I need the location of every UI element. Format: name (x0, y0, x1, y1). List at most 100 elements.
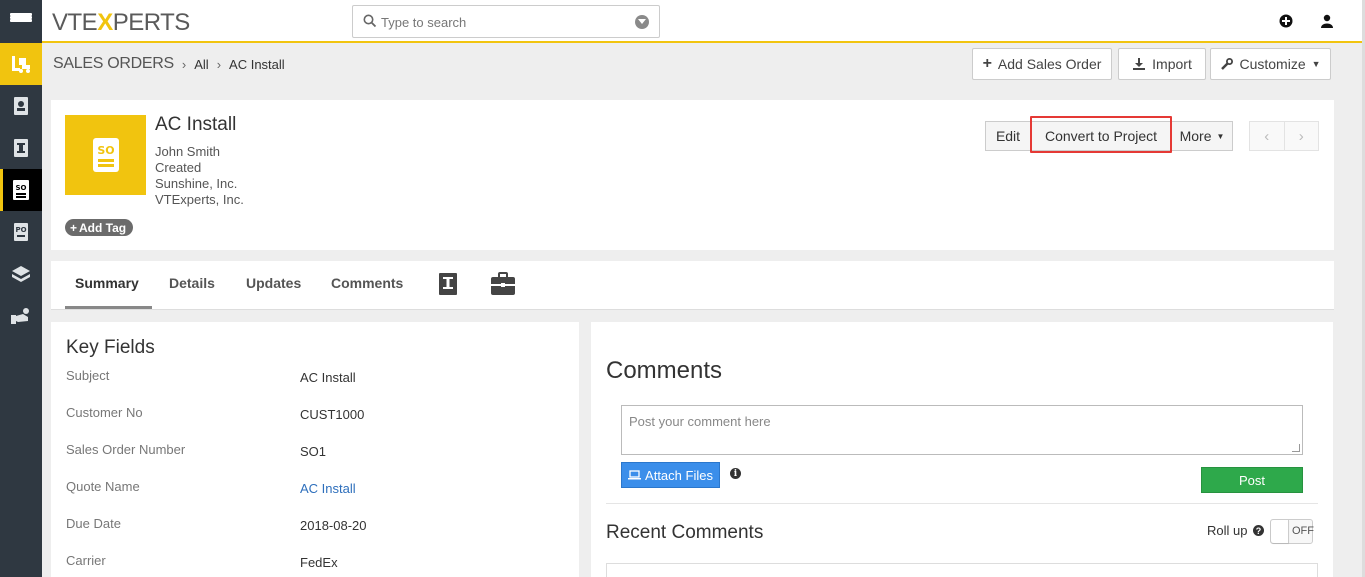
field-row-carrier: Carrier FedEx (66, 553, 566, 573)
comment-input[interactable] (622, 406, 1302, 454)
breadcrumb-filter[interactable]: All (194, 57, 208, 72)
toggle-state: OFF (1292, 525, 1314, 537)
comment-box (621, 405, 1303, 455)
key-fields-title: Key Fields (66, 337, 155, 358)
document-icon (14, 139, 28, 157)
field-row-customer-no: Customer No CUST1000 (66, 405, 566, 425)
toggle-knob (1271, 520, 1289, 543)
edit-button[interactable]: Edit (985, 121, 1031, 151)
info-icon[interactable]: i (730, 468, 741, 479)
divider (606, 503, 1318, 504)
field-value[interactable]: CUST1000 (300, 407, 364, 422)
record-organization: VTExperts, Inc. (155, 192, 244, 207)
record-header: SO AC Install John Smith Created Sunshin… (51, 100, 1334, 250)
customize-button[interactable]: Customize ▼ (1210, 48, 1331, 80)
record-navigation: ‹ › (1249, 121, 1319, 151)
global-search[interactable] (352, 5, 660, 38)
resize-grip-icon[interactable] (1292, 444, 1300, 452)
record-summary: John Smith Created Sunshine, Inc. VTExpe… (155, 144, 244, 208)
search-icon (363, 14, 377, 31)
rail-item-contacts[interactable] (0, 85, 42, 127)
record-tabs: Summary Details Updates Comments (51, 261, 1334, 310)
attach-files-button[interactable]: Attach Files (621, 462, 720, 488)
key-fields-panel: Key Fields Subject AC Install Customer N… (51, 322, 579, 577)
quick-create-icon[interactable] (1279, 14, 1293, 31)
add-tag-button[interactable]: + Add Tag (65, 219, 134, 236)
add-sales-order-button[interactable]: + Add Sales Order (972, 48, 1112, 80)
field-label: Sales Order Number (66, 442, 186, 457)
field-label: Due Date (66, 516, 121, 531)
record-owner: John Smith (155, 144, 221, 159)
hamburger-icon (10, 13, 32, 30)
rail-item-products[interactable] (0, 253, 42, 295)
layers-icon (12, 266, 30, 282)
field-label: Subject (66, 368, 110, 383)
field-row-due-date: Due Date 2018-08-20 (66, 516, 566, 536)
breadcrumb: SALES ORDERS › All › AC Install (53, 55, 285, 73)
menu-button[interactable] (0, 0, 42, 43)
field-label: Customer No (66, 405, 143, 420)
rollup-label: Roll up (1207, 523, 1248, 538)
field-row-quote-name: Quote Name AC Install (66, 479, 566, 499)
plus-icon: + (982, 55, 992, 72)
rail-item-inventory[interactable] (0, 43, 42, 85)
handshake-icon (11, 308, 29, 324)
purchase-order-icon: PO (14, 223, 28, 241)
rail-item-purchase-orders[interactable]: PO (0, 211, 42, 253)
comments-panel: Comments Attach Files i Post Recent Comm… (591, 322, 1333, 577)
tab-documents-icon[interactable] (438, 272, 458, 299)
download-icon (1133, 58, 1146, 70)
field-row-sales-order-number: Sales Order Number SO1 (66, 442, 566, 462)
chevron-right-icon: › (216, 56, 222, 72)
record-avatar: SO (65, 115, 146, 195)
recent-comments-title: Recent Comments (606, 522, 764, 543)
post-button[interactable]: Post (1201, 467, 1303, 493)
active-tab-indicator (65, 306, 152, 309)
field-value[interactable]: 2018-08-20 (300, 518, 367, 533)
top-bar: VTEXPERTS (42, 0, 1365, 43)
rail-item-services[interactable] (0, 295, 42, 337)
left-rail: SO PO (0, 0, 42, 577)
next-record-icon[interactable]: › (1285, 122, 1319, 150)
laptop-icon (628, 470, 642, 480)
contact-card-icon (14, 97, 28, 115)
quote-link[interactable]: AC Install (300, 481, 356, 496)
record-account: Sunshine, Inc. (155, 176, 238, 191)
app-logo[interactable]: VTEXPERTS (52, 9, 190, 37)
field-value[interactable]: AC Install (300, 370, 356, 385)
field-label: Quote Name (66, 479, 140, 494)
caret-down-icon: ▼ (1311, 59, 1321, 69)
tab-summary[interactable]: Summary (75, 275, 139, 291)
search-dropdown-icon[interactable] (635, 15, 649, 29)
tab-details[interactable]: Details (169, 275, 215, 291)
field-value: SO1 (300, 444, 327, 459)
tab-updates[interactable]: Updates (246, 275, 301, 291)
rail-item-documents[interactable] (0, 127, 42, 169)
user-icon[interactable] (1321, 14, 1333, 31)
breadcrumb-record: AC Install (229, 56, 285, 72)
search-input[interactable] (381, 12, 631, 32)
more-button[interactable]: More ▼ (1171, 121, 1233, 151)
breadcrumb-bar: SALES ORDERS › All › AC Install + Add Sa… (42, 45, 1365, 88)
wrench-icon (1221, 57, 1234, 70)
sales-order-icon: SO (92, 138, 119, 172)
tab-projects-icon[interactable] (490, 272, 516, 299)
tab-comments[interactable]: Comments (331, 275, 403, 291)
rollup-toggle[interactable]: OFF (1270, 519, 1314, 544)
svg-text:PO: PO (15, 226, 26, 234)
svg-text:SO: SO (16, 184, 27, 192)
plus-icon: + (70, 220, 78, 235)
field-value[interactable]: FedEx (300, 555, 338, 570)
recent-comments-list (606, 563, 1318, 577)
rail-item-sales-orders[interactable]: SO (0, 169, 42, 211)
highlight-box (1030, 116, 1172, 153)
import-button[interactable]: Import (1118, 48, 1206, 80)
field-row-subject: Subject AC Install (66, 368, 566, 388)
previous-record-icon[interactable]: ‹ (1250, 122, 1285, 150)
help-icon[interactable]: ? (1253, 525, 1264, 536)
caret-down-icon: ▼ (1216, 131, 1225, 141)
field-label: Carrier (66, 553, 106, 568)
breadcrumb-module[interactable]: SALES ORDERS (53, 55, 174, 73)
record-title: AC Install (155, 114, 237, 135)
sales-order-icon: SO (13, 180, 29, 200)
